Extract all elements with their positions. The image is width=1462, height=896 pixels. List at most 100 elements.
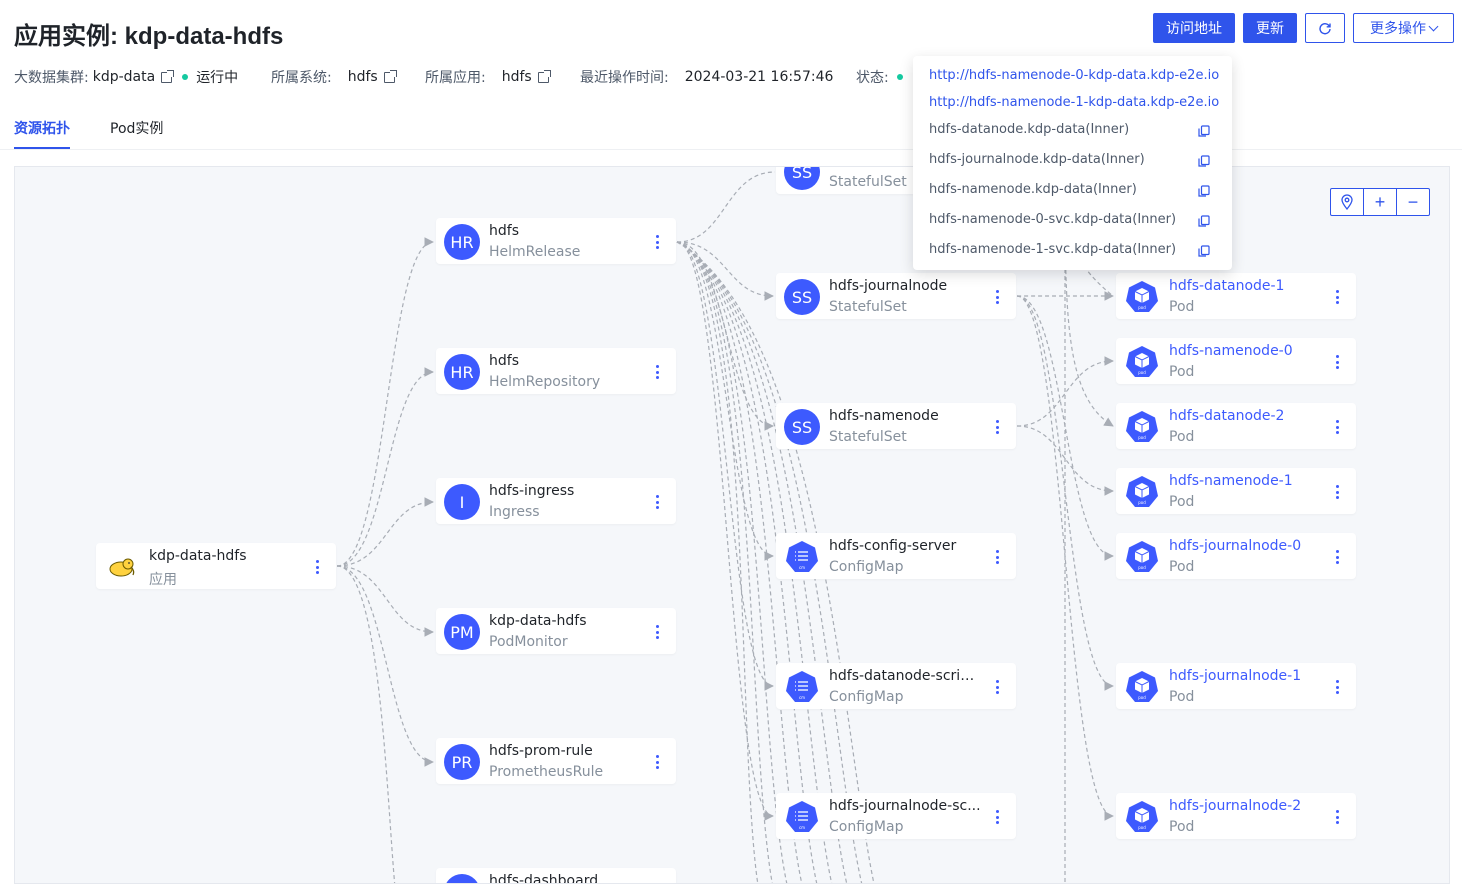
node-kind: StatefulSet xyxy=(829,429,907,445)
header-actions: 访问地址 更新 更多操作 xyxy=(1153,13,1454,43)
pod-node[interactable]: pod hdfs-datanode-1 Pod xyxy=(1116,273,1356,319)
svg-text:pod: pod xyxy=(1138,435,1146,440)
node-name[interactable]: hdfs-namenode-0 xyxy=(1169,343,1321,359)
system-link[interactable]: hdfs xyxy=(348,69,378,85)
pod-node[interactable]: pod hdfs-journalnode-1 Pod xyxy=(1116,663,1356,709)
node-kind: ConfigMap xyxy=(829,689,904,705)
kind-avatar: SS xyxy=(784,167,820,190)
svg-text:pod: pod xyxy=(1138,565,1146,570)
page-header: 应用实例: kdp-data-hdfs 访问地址 更新 更多操作 大数据集群: … xyxy=(0,0,1462,150)
node-name[interactable]: hdfs-datanode-1 xyxy=(1169,278,1321,294)
more-vertical-icon[interactable] xyxy=(1332,418,1342,436)
locate-button[interactable] xyxy=(1331,189,1363,215)
external-link-icon[interactable] xyxy=(383,69,397,83)
svg-text:cm: cm xyxy=(799,695,805,700)
node-name[interactable]: hdfs-datanode-2 xyxy=(1169,408,1321,424)
pod-cube-icon: pod xyxy=(1126,801,1158,832)
pod-node[interactable]: pod hdfs-namenode-1 Pod xyxy=(1116,468,1356,514)
pod-node[interactable]: pod hdfs-datanode-2 Pod xyxy=(1116,403,1356,449)
inner-address: hdfs-namenode-1-svc.kdp-data(Inner) xyxy=(929,242,1177,257)
more-vertical-icon[interactable] xyxy=(652,753,662,771)
ingress-node[interactable]: I hdfs-ingress Ingress xyxy=(436,478,676,524)
more-vertical-icon[interactable] xyxy=(992,808,1002,826)
more-vertical-icon[interactable] xyxy=(1332,548,1342,566)
inner-address: hdfs-datanode.kdp-data(Inner) xyxy=(929,122,1130,137)
copy-icon[interactable] xyxy=(1198,155,1210,167)
cluster-link[interactable]: kdp-data xyxy=(93,69,155,85)
more-vertical-icon[interactable] xyxy=(652,363,662,381)
more-vertical-icon[interactable] xyxy=(1332,288,1342,306)
node-name: hdfs-journalnode-sc... xyxy=(829,798,981,814)
zoom-controls: + − xyxy=(1330,188,1430,216)
node-name: hdfs-dashboard xyxy=(489,873,599,884)
more-actions-label: 更多操作 xyxy=(1370,21,1426,37)
status-dot xyxy=(182,74,189,80)
more-vertical-icon[interactable] xyxy=(1332,678,1342,696)
external-link-icon[interactable] xyxy=(537,69,551,83)
zoom-out-button[interactable]: − xyxy=(1396,189,1429,215)
copy-icon[interactable] xyxy=(1198,215,1210,227)
node-name[interactable]: hdfs-journalnode-0 xyxy=(1169,538,1321,554)
more-vertical-icon[interactable] xyxy=(1332,353,1342,371)
more-vertical-icon[interactable] xyxy=(652,623,662,641)
more-vertical-icon[interactable] xyxy=(992,418,1002,436)
statefulset-journalnode-node[interactable]: SS hdfs-journalnode StatefulSet xyxy=(776,273,1016,319)
node-name[interactable]: hdfs-journalnode-1 xyxy=(1169,668,1321,684)
node-name: hdfs-datanode-scripts xyxy=(829,668,981,684)
node-name: hdfs-journalnode xyxy=(829,278,948,294)
prometheusrule-node[interactable]: PR hdfs-prom-rule PrometheusRule xyxy=(436,738,676,784)
more-actions-button[interactable]: 更多操作 xyxy=(1353,13,1454,43)
configmap-journalnode-scripts-node[interactable]: cm hdfs-journalnode-sc... ConfigMap xyxy=(776,793,1016,839)
more-vertical-icon[interactable] xyxy=(1332,808,1342,826)
configmap-icon: cm xyxy=(786,671,818,702)
dashboard-node[interactable]: hdfs-dashboard xyxy=(436,868,676,884)
location-pin-icon xyxy=(1341,194,1353,210)
meta-cluster: 大数据集群: kdp-data 运行中 xyxy=(14,67,238,87)
pod-node[interactable]: pod hdfs-journalnode-0 Pod xyxy=(1116,533,1356,579)
kind-avatar: HR xyxy=(444,224,480,260)
more-vertical-icon[interactable] xyxy=(312,558,322,576)
helmrepository-node[interactable]: HR hdfs HelmRepository xyxy=(436,348,676,394)
external-link-icon[interactable] xyxy=(161,69,175,83)
copy-icon[interactable] xyxy=(1198,125,1210,137)
more-vertical-icon[interactable] xyxy=(652,233,662,251)
pod-node[interactable]: pod hdfs-journalnode-2 Pod xyxy=(1116,793,1356,839)
helmrelease-node[interactable]: HR hdfs HelmRelease xyxy=(436,218,676,264)
pod-node[interactable]: pod hdfs-namenode-0 Pod xyxy=(1116,338,1356,384)
app-link[interactable]: hdfs xyxy=(502,69,532,85)
access-url-link[interactable]: http://hdfs-namenode-1-kdp-data.kdp-e2e.… xyxy=(929,95,1219,110)
access-url-link[interactable]: http://hdfs-namenode-0-kdp-data.kdp-e2e.… xyxy=(929,68,1219,83)
more-vertical-icon[interactable] xyxy=(992,548,1002,566)
node-name: hdfs-config-server xyxy=(829,538,957,554)
more-vertical-icon[interactable] xyxy=(992,678,1002,696)
configmap-config-server-node[interactable]: cm hdfs-config-server ConfigMap xyxy=(776,533,1016,579)
podmonitor-node[interactable]: PM kdp-data-hdfs PodMonitor xyxy=(436,608,676,654)
node-name[interactable]: hdfs-journalnode-2 xyxy=(1169,798,1321,814)
zoom-in-button[interactable]: + xyxy=(1363,189,1396,215)
node-kind: ConfigMap xyxy=(829,819,904,835)
node-name: kdp-data-hdfs xyxy=(489,613,587,629)
statefulset-namenode-node[interactable]: SS hdfs-namenode StatefulSet xyxy=(776,403,1016,449)
svg-text:pod: pod xyxy=(1138,305,1146,310)
copy-icon[interactable] xyxy=(1198,245,1210,257)
refresh-button[interactable] xyxy=(1305,13,1345,43)
topology-canvas[interactable]: + − kdp-data-hdfs 应用 HR hdfs HelmRelease… xyxy=(14,166,1450,884)
root-app-node[interactable]: kdp-data-hdfs 应用 xyxy=(96,543,336,589)
tab-topology[interactable]: 资源拓扑 xyxy=(14,118,70,138)
more-vertical-icon[interactable] xyxy=(992,288,1002,306)
node-name[interactable]: hdfs-namenode-1 xyxy=(1169,473,1321,489)
update-button[interactable]: 更新 xyxy=(1243,13,1297,43)
configmap-datanode-scripts-node[interactable]: cm hdfs-datanode-scripts ConfigMap xyxy=(776,663,1016,709)
kind-avatar: SS xyxy=(784,279,820,315)
node-kind: Pod xyxy=(1169,494,1195,510)
node-name: hdfs-prom-rule xyxy=(489,743,593,759)
tab-pod-instances[interactable]: Pod实例 xyxy=(110,118,163,138)
copy-icon[interactable] xyxy=(1198,185,1210,197)
node-kind: PodMonitor xyxy=(489,634,568,650)
pod-cube-icon: pod xyxy=(1126,671,1158,702)
visit-address-button[interactable]: 访问地址 xyxy=(1153,13,1235,43)
more-vertical-icon[interactable] xyxy=(1332,483,1342,501)
more-vertical-icon[interactable] xyxy=(652,493,662,511)
node-name: hdfs-namenode xyxy=(829,408,939,424)
more-vertical-icon[interactable] xyxy=(652,883,662,884)
